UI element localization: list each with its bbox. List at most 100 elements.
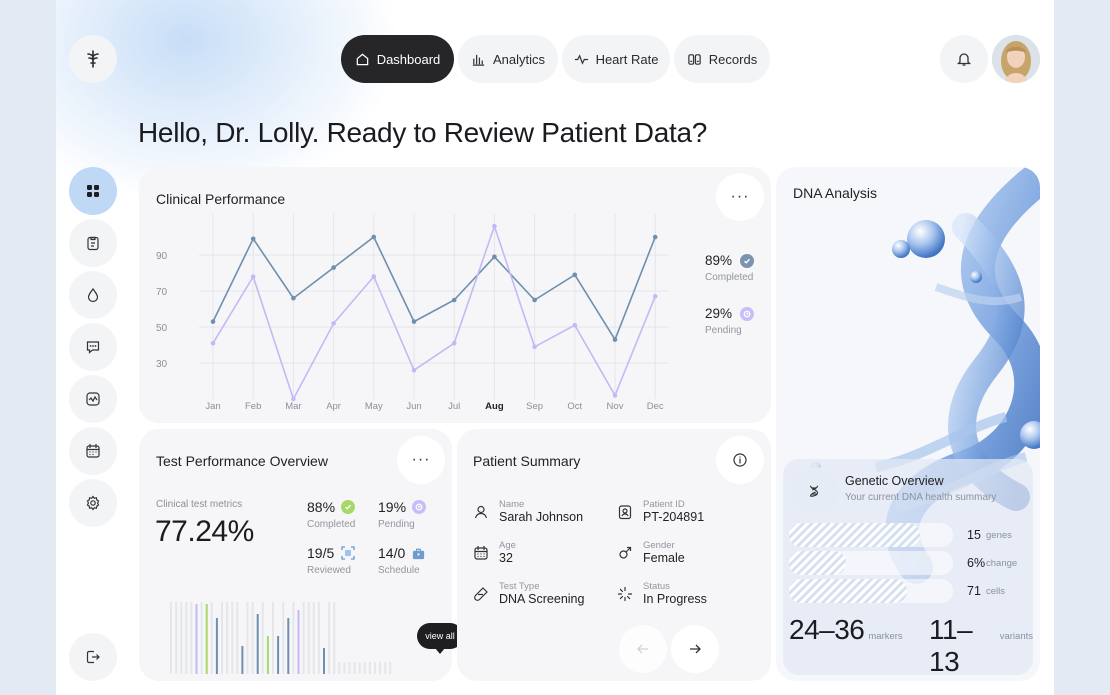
field-gender-value: Female [643, 551, 685, 565]
data-point [371, 234, 377, 240]
data-point [291, 295, 296, 301]
test-bar [226, 602, 229, 674]
metric-value: 15 [967, 528, 981, 542]
nav-dashboard[interactable]: Dashboard [341, 35, 454, 83]
check-icon [341, 500, 356, 514]
stat-pending-value: 19% [378, 499, 407, 515]
sidebar-item-reports[interactable] [69, 219, 117, 267]
arrow-left-icon [637, 644, 648, 654]
stat-reviewed-value: 19/5 [307, 545, 335, 561]
view-all-label: view all [425, 631, 455, 641]
nav-heart-rate-label: Heart Rate [595, 51, 659, 67]
nav-analytics[interactable]: Analytics [458, 35, 558, 83]
completed-label: Completed [705, 272, 754, 283]
test-bar [343, 662, 346, 674]
test-bar [348, 662, 351, 674]
clinical-chart: 90 70 50 30 Jan Feb Mar Apr May Jun Jul Aug Sep Oct No… [156, 214, 669, 412]
variants-unit: variants [999, 631, 1033, 642]
overview-title: Genetic Overview [845, 474, 944, 488]
logo-icon[interactable] [69, 35, 117, 83]
test-bar [384, 662, 387, 674]
dna-icon-button[interactable] [790, 467, 838, 515]
scan-icon [341, 546, 355, 560]
series-line-1 [212, 235, 656, 342]
test-more-button[interactable]: ··· [397, 436, 445, 484]
test-bar [266, 636, 269, 674]
x-tick-label: Feb [245, 401, 261, 412]
avatar[interactable] [992, 35, 1040, 83]
data-point [612, 337, 618, 342]
test-bar [307, 602, 310, 674]
test-bar [374, 662, 376, 674]
nav-heart-rate[interactable]: Heart Rate [562, 35, 670, 83]
data-point [532, 297, 537, 303]
notification-button[interactable] [940, 35, 988, 83]
metric-row: 71 cells [789, 579, 1029, 603]
pulse-icon [574, 53, 588, 65]
field-name-value: Sarah Johnson [499, 510, 584, 524]
stat-completed-value: 88% [307, 499, 336, 515]
markers-unit: markers [868, 631, 903, 642]
test-bar [190, 602, 193, 674]
metric-label: Clinical test metrics [156, 499, 243, 510]
data-point [492, 223, 497, 229]
prev-button[interactable] [619, 625, 667, 673]
test-bars-chart [170, 602, 392, 674]
user-icon [474, 505, 488, 518]
logout-icon [86, 650, 100, 664]
variants-value: 11–13 [929, 614, 973, 677]
test-bar [195, 604, 198, 674]
field-test-type-label: Test Type [499, 581, 540, 592]
x-tick-label: Apr [326, 401, 341, 412]
field-age-label: Age [499, 540, 516, 551]
tooltip-pointer [435, 648, 445, 654]
data-point [411, 319, 417, 324]
test-bar [277, 636, 280, 674]
patient-summary-card: Patient Summary Name Sarah Johnson Patien… [457, 429, 771, 681]
test-bar [272, 602, 274, 674]
field-status-label: Status [643, 581, 670, 592]
next-button[interactable] [671, 625, 719, 673]
sidebar-item-calendar[interactable] [69, 427, 117, 475]
test-bar [221, 602, 223, 674]
completed-stat: 89% Completed [705, 253, 775, 283]
pending-label: Pending [705, 325, 742, 336]
nav-records[interactable]: Records [674, 35, 770, 83]
dna-icon [809, 485, 819, 497]
data-point [371, 274, 377, 279]
test-bar [328, 602, 331, 674]
patient-info-button[interactable] [716, 436, 764, 484]
stat-schedule-label: Schedule [378, 565, 420, 576]
test-bar [210, 602, 213, 674]
test-bar [231, 602, 234, 674]
test-bar [358, 662, 361, 674]
variants-stat: 11–13 variants [929, 614, 1033, 678]
data-point [411, 367, 417, 373]
nav-analytics-label: Analytics [492, 51, 546, 67]
field-test-type: Test Type DNA Screening [473, 581, 584, 606]
x-tick-label: Nov [607, 401, 624, 412]
test-bar [200, 602, 203, 674]
data-point [652, 294, 658, 299]
stat-schedule: 14/0 Schedule [378, 545, 426, 576]
sidebar-item-settings[interactable] [69, 479, 117, 527]
logout-button[interactable] [69, 633, 117, 681]
field-status-value: In Progress [643, 592, 707, 606]
metric-bar-fill [789, 551, 847, 575]
metric-bar-track [789, 551, 953, 575]
sidebar-item-messages[interactable] [69, 323, 117, 371]
sidebar-item-dashboard[interactable] [69, 167, 117, 215]
calendar-icon [86, 443, 100, 458]
test-bar [236, 602, 239, 674]
sidebar-item-blood[interactable] [69, 271, 117, 319]
metric-unit: genes [986, 530, 1012, 541]
nav-dashboard-label: Dashboard [376, 51, 441, 67]
metric-unit: cells [986, 586, 1006, 597]
calendar-icon [474, 545, 488, 560]
test-bar [323, 648, 325, 674]
pending-value: 29% [705, 306, 733, 321]
more-icon: ··· [411, 451, 431, 468]
field-name-label: Name [499, 499, 525, 510]
pending-stat: 29% Pending [705, 306, 775, 336]
sidebar-item-activity[interactable] [69, 375, 117, 423]
